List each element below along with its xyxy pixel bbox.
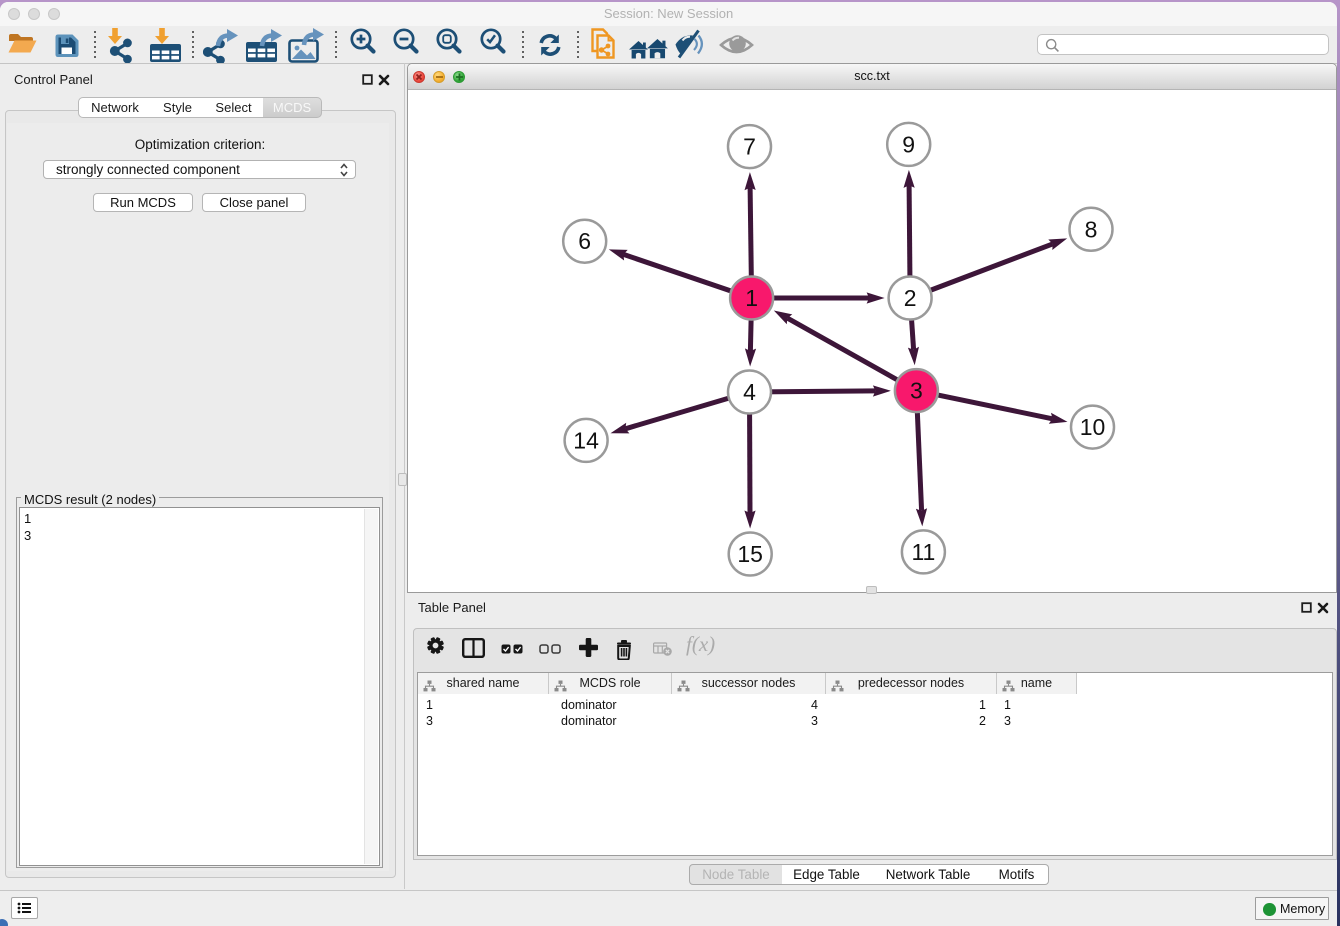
svg-text:15: 15	[737, 541, 763, 567]
svg-text:8: 8	[1085, 216, 1098, 242]
svg-text:3: 3	[910, 378, 923, 404]
svg-text:11: 11	[911, 539, 935, 565]
svg-text:9: 9	[902, 131, 915, 157]
svg-text:4: 4	[743, 379, 756, 405]
svg-text:6: 6	[578, 228, 591, 254]
svg-text:10: 10	[1080, 414, 1106, 440]
svg-text:2: 2	[904, 285, 917, 311]
svg-text:14: 14	[573, 427, 599, 453]
svg-text:7: 7	[743, 134, 756, 160]
svg-text:1: 1	[745, 285, 758, 311]
